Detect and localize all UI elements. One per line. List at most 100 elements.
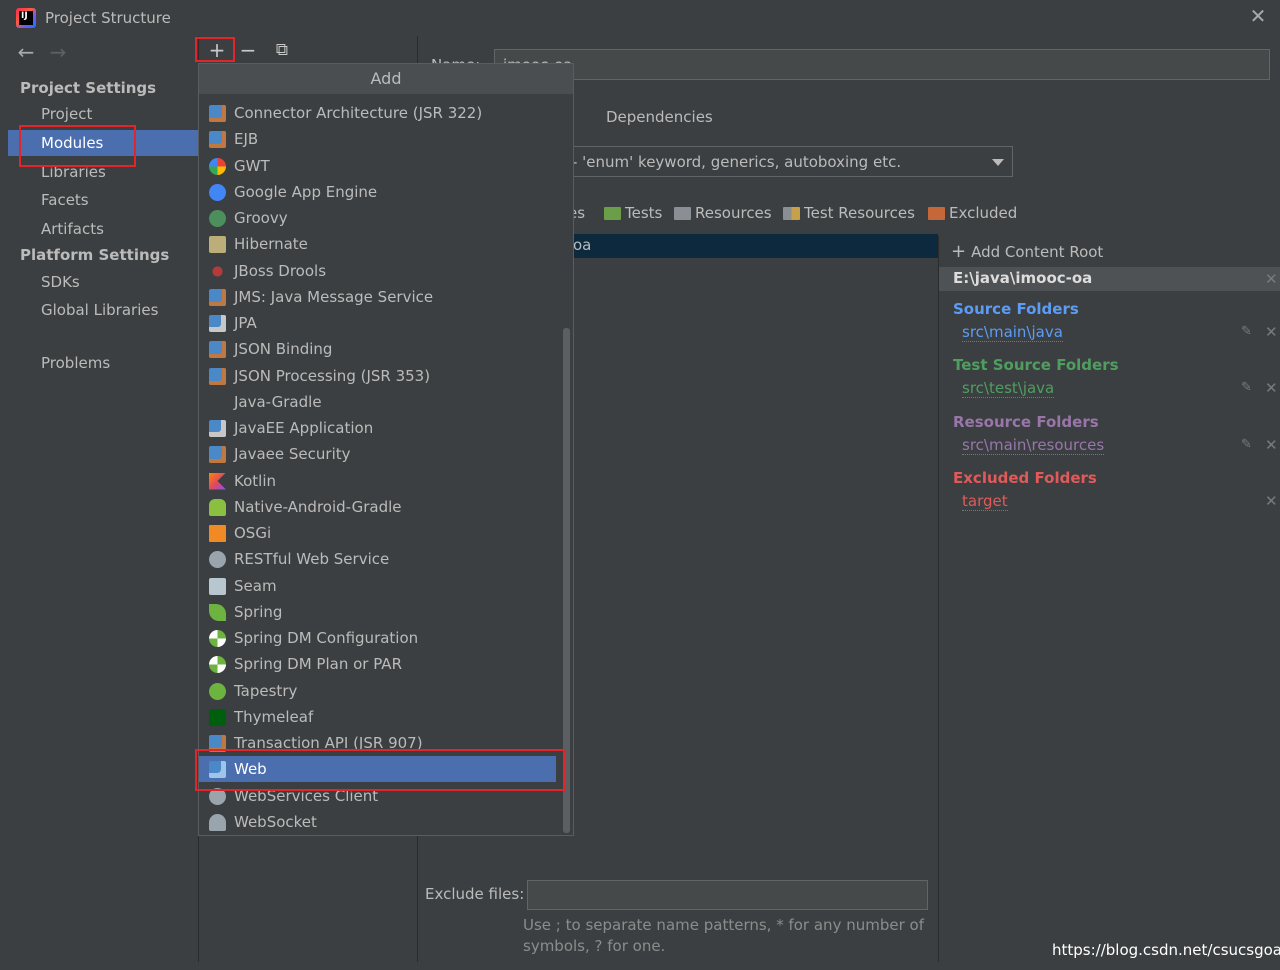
exclude-files-field[interactable] (527, 880, 928, 910)
sidebar-item-sdks[interactable]: SDKs (8, 269, 198, 295)
highlight-add-button (195, 37, 235, 62)
sidebar-item-project[interactable]: Project (8, 101, 198, 127)
jee-module-icon (209, 131, 226, 149)
mark-tests[interactable]: Tests (604, 204, 662, 222)
source-folders-title: Source Folders (953, 300, 1079, 318)
popup-item-label: Thymeleaf (234, 707, 314, 726)
sidebar-item-problems[interactable]: Problems (8, 350, 198, 376)
remove-folder-icon[interactable]: ✕ (1265, 379, 1278, 397)
sidebar-item-global-libraries[interactable]: Global Libraries (8, 297, 198, 323)
module-name-field[interactable] (494, 49, 1270, 80)
hint-line-1: Use ; to separate name patterns, * for a… (523, 916, 924, 934)
popup-item-kotlin[interactable]: Kotlin (199, 468, 556, 494)
popup-item-json-binding[interactable]: JSON Binding (199, 336, 556, 362)
chevron-down-icon (992, 159, 1004, 166)
popup-item-label: Kotlin (234, 471, 276, 490)
popup-item-tapestry[interactable]: Tapestry (199, 678, 556, 704)
sidebar-item-artifacts[interactable]: Artifacts (8, 216, 198, 242)
window-title: Project Structure (45, 9, 171, 27)
remove-root-icon[interactable]: ✕ (1265, 270, 1278, 288)
remove-folder-icon[interactable]: ✕ (1265, 492, 1278, 510)
spring-leaf-icon (209, 603, 226, 621)
popup-item-java-gradle[interactable]: Java-Gradle (199, 389, 556, 415)
edit-pencil-icon[interactable]: ✎ (1241, 380, 1252, 395)
back-arrow-icon[interactable]: ← (14, 42, 38, 64)
popup-item-label: Native-Android-Gradle (234, 497, 402, 516)
hibernate-icon (209, 236, 226, 254)
title-bar: IJ Project Structure ✕ (0, 0, 1280, 36)
popup-item-json-processing-jsr-353[interactable]: JSON Processing (JSR 353) (199, 363, 556, 389)
spring-dm-icon (209, 656, 226, 674)
popup-item-jms-java-message-service[interactable]: JMS: Java Message Service (199, 284, 556, 310)
popup-item-connector-architecture-jsr-322[interactable]: Connector Architecture (JSR 322) (199, 100, 556, 126)
popup-item-label: EJB (234, 130, 259, 149)
popup-item-label: Hibernate (234, 235, 308, 254)
popup-item-seam[interactable]: Seam (199, 573, 556, 599)
exclude-files-label: Exclude files: (425, 885, 525, 903)
popup-item-ejb[interactable]: EJB (199, 126, 556, 152)
copy-icon[interactable]: ⧉ (263, 38, 301, 62)
popup-item-label: Connector Architecture (JSR 322) (234, 104, 483, 122)
popup-item-gwt[interactable]: GWT (199, 153, 556, 179)
drools-icon (212, 265, 223, 277)
highlight-web-item (195, 749, 565, 791)
popup-item-jboss-drools[interactable]: JBoss Drools (199, 258, 556, 284)
popup-item-groovy[interactable]: Groovy (199, 205, 556, 231)
popup-item-javaee-security[interactable]: Javaee Security (199, 441, 556, 467)
osgi-icon (209, 525, 226, 542)
forward-arrow-icon[interactable]: → (46, 42, 70, 64)
mark-excluded[interactable]: Excluded (928, 204, 1017, 222)
test-source-folders-title: Test Source Folders (953, 356, 1119, 374)
globe-icon (209, 551, 226, 569)
popup-item-label: Spring (234, 602, 283, 621)
android-icon (209, 498, 226, 516)
add-content-root-button[interactable]: + Add Content Root (951, 241, 1103, 262)
popup-item-label: JSON Binding (234, 340, 333, 359)
mark-test-resources[interactable]: Test Resources (783, 204, 915, 222)
popup-item-label: Spring DM Configuration (234, 629, 419, 647)
close-icon[interactable]: ✕ (1248, 6, 1268, 26)
websocket-icon (209, 813, 226, 831)
sidebar-item-facets[interactable]: Facets (8, 187, 198, 213)
popup-item-websocket[interactable]: WebSocket (199, 809, 556, 835)
test-folder-icon (604, 206, 621, 220)
exclude-files-hint: Use ; to separate name patterns, * for a… (523, 915, 943, 957)
plus-icon: + (951, 241, 967, 262)
resource-folders-title: Resource Folders (953, 413, 1099, 431)
popup-item-label: Seam (234, 576, 277, 595)
mark-resources[interactable]: Resources (674, 204, 772, 222)
highlight-modules (19, 125, 136, 167)
add-facet-popup: Add Connector Architecture (JSR 322) EJB G… (198, 63, 574, 836)
project-settings-heading: Project Settings (20, 79, 157, 97)
remove-folder-icon[interactable]: ✕ (1265, 436, 1278, 454)
edit-pencil-icon[interactable]: ✎ (1241, 324, 1252, 339)
source-folder-path: src\main\java (962, 323, 1063, 342)
platform-settings-heading: Platform Settings (20, 246, 170, 264)
popup-item-spring-dm-plan-or-par[interactable]: Spring DM Plan or PAR (199, 651, 556, 677)
popup-item-osgi[interactable]: OSGi (199, 520, 556, 546)
test-resources-folder-icon (783, 206, 800, 220)
popup-item-jpa[interactable]: JPA (199, 310, 556, 336)
popup-item-spring[interactable]: Spring (199, 599, 556, 625)
javaee-app-icon (209, 420, 226, 437)
tab-dependencies[interactable]: Dependencies (606, 108, 713, 126)
edit-pencil-icon[interactable]: ✎ (1241, 437, 1252, 452)
popup-item-google-app-engine[interactable]: Google App Engine (199, 179, 556, 205)
popup-item-thymeleaf[interactable]: Thymeleaf (199, 704, 556, 730)
jee-module-icon (209, 105, 226, 122)
remove-folder-icon[interactable]: ✕ (1265, 323, 1278, 341)
popup-item-restful-web-service[interactable]: RESTful Web Service (199, 546, 556, 572)
popup-item-spring-dm-configuration[interactable]: Spring DM Configuration (199, 625, 556, 651)
tapestry-icon (209, 682, 226, 700)
intellij-logo-icon: IJ (16, 8, 36, 28)
jee-module-icon (209, 341, 226, 359)
popup-item-native-android-gradle[interactable]: Native-Android-Gradle (199, 494, 556, 520)
popup-item-label: GWT (234, 156, 270, 175)
popup-title: Add (199, 64, 573, 94)
groovy-icon (209, 210, 226, 227)
popup-item-javaee-application[interactable]: JavaEE Application (199, 415, 556, 441)
popup-item-hibernate[interactable]: Hibernate (199, 231, 556, 257)
google-icon (209, 157, 226, 175)
excluded-folder-icon (928, 206, 945, 220)
popup-item-label: RESTful Web Service (234, 550, 390, 569)
